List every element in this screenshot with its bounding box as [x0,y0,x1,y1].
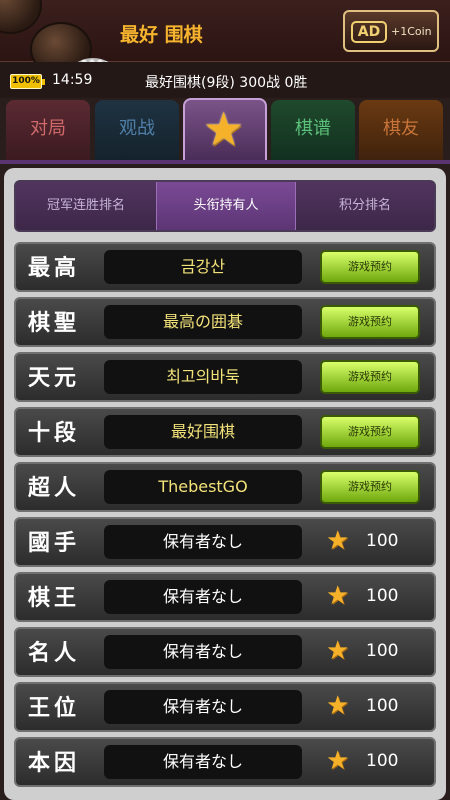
battery-icon: 100% [10,74,45,89]
holder-name: 最好围棋 [104,415,302,449]
subtab-champion-streak[interactable]: 冠军连胜排名 [16,182,156,230]
content-panel: 冠军连胜排名 头衔持有人 积分排名 最高 금강산 游戏预约 棋聖 最高の囲碁 游… [4,168,446,800]
title-name: 超人 [28,475,81,501]
holder-name: 最高の囲碁 [104,305,302,339]
list-item: 十段 最好围棋 游戏预约 [14,407,436,457]
list-item: 超人 ThebestGO 游戏预约 [14,462,436,512]
tab-friends[interactable]: 棋友 [359,100,443,160]
title-name: 十段 [28,420,81,446]
tab-play[interactable]: 对局 [6,100,90,160]
reserve-game-button[interactable]: 游戏预约 [320,470,420,504]
list-item: 名人 保有者なし ★ 100 [14,627,436,677]
holder-name: 保有者なし [104,580,302,614]
tab-game-records[interactable]: 棋谱 [271,100,355,160]
list-item: 國手 保有者なし ★ 100 [14,517,436,567]
star-icon: ★ [326,581,350,611]
points-value: 100 [366,586,399,606]
main-tabs: 对局 观战 ★ 棋谱 棋友 [0,98,450,162]
holder-name: 保有者なし [104,525,302,559]
star-icon: ★ [326,691,350,721]
holder-name: ThebestGO [104,470,302,504]
title-name: 最高 [28,255,81,281]
star-icon: ★ [326,636,350,666]
list-item: 最高 금강산 游戏预约 [14,242,436,292]
holder-name: 保有者なし [104,635,302,669]
points-value: 100 [366,751,399,771]
holder-name: 保有者なし [104,690,302,724]
reserve-game-button[interactable]: 游戏预约 [320,360,420,394]
sub-tabs: 冠军连胜排名 头衔持有人 积分排名 [14,180,436,232]
ad-reward-label: +1Coin [391,25,432,38]
title-name: 國手 [28,530,81,556]
star-icon: ★ [326,526,350,556]
subtab-points-ranking[interactable]: 积分排名 [296,182,434,230]
holder-name: 保有者なし [104,745,302,779]
title-name: 棋王 [28,585,81,611]
title-name: 棋聖 [28,310,81,336]
app-header: 最好 围棋 AD +1Coin [0,0,450,84]
title-name: 天元 [28,365,81,391]
title-name: 王位 [28,695,81,721]
list-item: 天元 최고의바둑 游戏预约 [14,352,436,402]
ad-badge: AD [351,21,387,43]
watch-ad-button[interactable]: AD +1Coin [343,10,439,52]
tab-divider [0,160,450,164]
player-info: 最好围棋(9段) 300战 0胜 [145,75,308,91]
list-item: 棋王 保有者なし ★ 100 [14,572,436,622]
tab-watch[interactable]: 观战 [95,100,179,160]
reserve-game-button[interactable]: 游戏预约 [320,415,420,449]
list-item: 棋聖 最高の囲碁 游戏预约 [14,297,436,347]
title-name: 本因 [28,750,81,776]
tab-rankings[interactable]: ★ [183,98,267,162]
subtab-title-holders[interactable]: 头衔持有人 [156,182,296,230]
holder-name: 최고의바둑 [104,360,302,394]
reserve-game-button[interactable]: 游戏预约 [320,305,420,339]
list-item: 本因 保有者なし ★ 100 [14,737,436,787]
status-bar: 100% 14:59 最好围棋(9段) 300战 0胜 [0,62,450,98]
holder-name: 금강산 [104,250,302,284]
points-value: 100 [366,641,399,661]
reserve-game-button[interactable]: 游戏预约 [320,250,420,284]
points-value: 100 [366,531,399,551]
star-icon: ★ [203,102,245,156]
app-title: 最好 围棋 [120,24,203,46]
clock: 14:59 [52,72,93,88]
points-value: 100 [366,696,399,716]
title-name: 名人 [28,640,81,666]
list-item: 王位 保有者なし ★ 100 [14,682,436,732]
black-stone-bowl-icon [0,0,42,34]
star-icon: ★ [326,746,350,776]
